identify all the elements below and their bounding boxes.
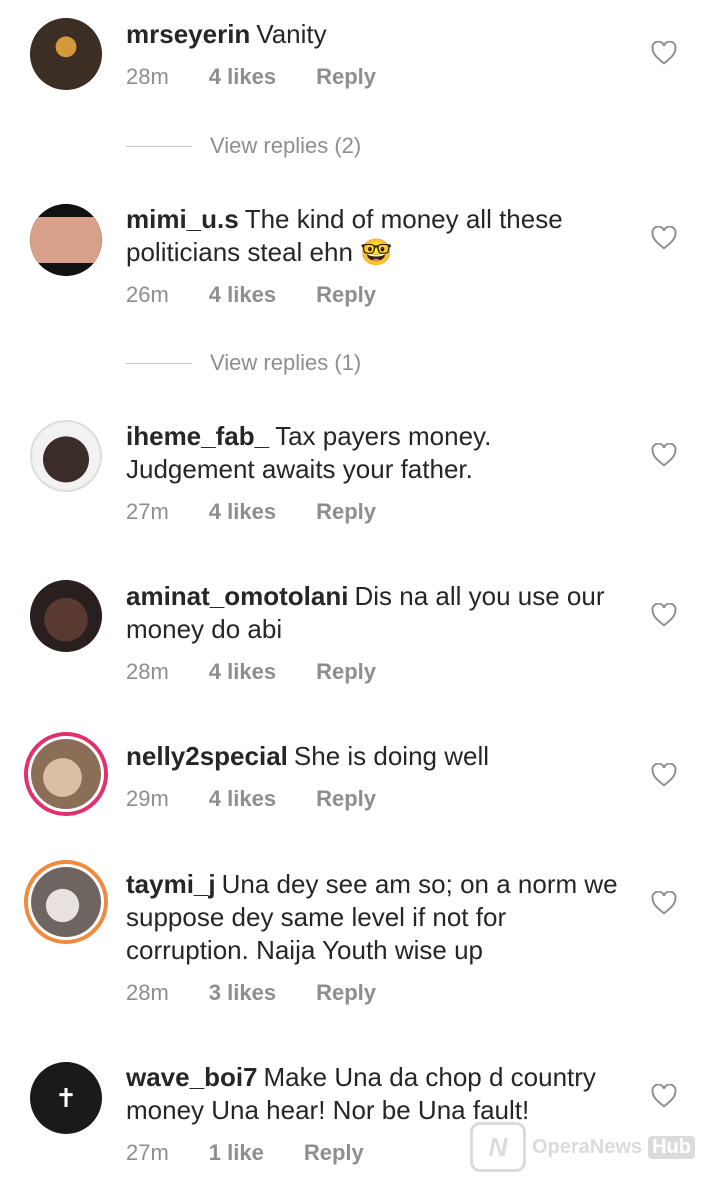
comment-meta: 28m 4 likes Reply <box>126 64 416 90</box>
comment-text: aminat_omotolani Dis na all you use our m… <box>126 580 626 646</box>
comment-meta: 26m 4 likes Reply <box>126 282 416 308</box>
comment-meta: 27m 1 like Reply <box>126 1140 404 1166</box>
timestamp: 26m <box>126 282 169 307</box>
view-replies-button[interactable]: View replies (1) <box>126 350 361 376</box>
likes-count[interactable]: 3 likes <box>209 980 276 1006</box>
comment-text: wave_boi7 Make Una da chop d country mone… <box>126 1061 626 1127</box>
view-replies-label: View replies (1) <box>210 350 362 375</box>
avatar[interactable] <box>24 732 108 816</box>
divider <box>126 145 192 147</box>
reply-button[interactable]: Reply <box>304 1140 364 1166</box>
logo-letter: N <box>488 1131 508 1162</box>
likes-count[interactable]: 4 likes <box>209 786 276 812</box>
heart-icon[interactable] <box>651 763 677 787</box>
reply-button[interactable]: Reply <box>316 282 376 308</box>
heart-icon[interactable] <box>651 891 677 915</box>
avatar[interactable] <box>24 860 108 944</box>
heart-icon[interactable] <box>651 41 677 65</box>
username[interactable]: aminat_omotolani <box>126 581 348 611</box>
timestamp: 28m <box>126 980 169 1005</box>
watermark-hub: Hub <box>648 1135 695 1159</box>
comment-text: mimi_u.s The kind of money all these poli… <box>126 203 626 269</box>
likes-count[interactable]: 1 like <box>209 1140 264 1166</box>
comment-meta: 27m 4 likes Reply <box>126 499 416 525</box>
reply-button[interactable]: Reply <box>316 64 376 90</box>
comment-text: taymi_j Una dey see am so; on a norm we s… <box>126 868 626 967</box>
likes-count[interactable]: 4 likes <box>209 282 276 308</box>
view-replies-label: View replies (2) <box>210 133 362 158</box>
timestamp: 28m <box>126 659 169 684</box>
timestamp: 28m <box>126 64 169 89</box>
view-replies-button[interactable]: View replies (2) <box>126 133 361 159</box>
reply-button[interactable]: Reply <box>316 980 376 1006</box>
timestamp: 27m <box>126 499 169 524</box>
comment-meta: 29m 4 likes Reply <box>126 786 416 812</box>
comment-text: iheme_fab_ Tax payers money. Judgement aw… <box>126 420 626 486</box>
comment-text: nelly2special She is doing well <box>126 740 626 773</box>
watermark-brand: OperaNews <box>532 1135 643 1158</box>
heart-icon[interactable] <box>651 603 677 627</box>
username[interactable]: taymi_j <box>126 869 216 899</box>
username[interactable]: mimi_u.s <box>126 204 239 234</box>
likes-count[interactable]: 4 likes <box>209 659 276 685</box>
comment-body: She is doing well <box>293 741 490 771</box>
likes-count[interactable]: 4 likes <box>209 64 276 90</box>
comment-meta: 28m 3 likes Reply <box>126 980 416 1006</box>
avatar[interactable] <box>30 420 102 492</box>
timestamp: 27m <box>126 1140 169 1165</box>
heart-icon[interactable] <box>651 1084 677 1108</box>
comment-meta: 28m 4 likes Reply <box>126 659 416 685</box>
reply-button[interactable]: Reply <box>316 499 376 525</box>
comment-body: Vanity <box>256 19 327 49</box>
cross-icon: ✝ <box>55 1082 77 1113</box>
comment-text: mrseyerin Vanity <box>126 18 626 51</box>
avatar[interactable] <box>30 18 102 90</box>
avatar[interactable]: ✝ <box>30 1062 102 1134</box>
timestamp: 29m <box>126 786 169 811</box>
watermark: N OperaNews Hub <box>470 1122 695 1172</box>
opera-news-logo-icon: N <box>470 1122 526 1172</box>
avatar[interactable] <box>30 204 102 276</box>
reply-button[interactable]: Reply <box>316 659 376 685</box>
divider <box>126 362 192 364</box>
reply-button[interactable]: Reply <box>316 786 376 812</box>
heart-icon[interactable] <box>651 443 677 467</box>
likes-count[interactable]: 4 likes <box>209 499 276 525</box>
heart-icon[interactable] <box>651 226 677 250</box>
username[interactable]: mrseyerin <box>126 19 250 49</box>
username[interactable]: nelly2special <box>126 741 288 771</box>
username[interactable]: iheme_fab_ <box>126 421 269 451</box>
username[interactable]: wave_boi7 <box>126 1062 258 1092</box>
avatar[interactable] <box>30 580 102 652</box>
